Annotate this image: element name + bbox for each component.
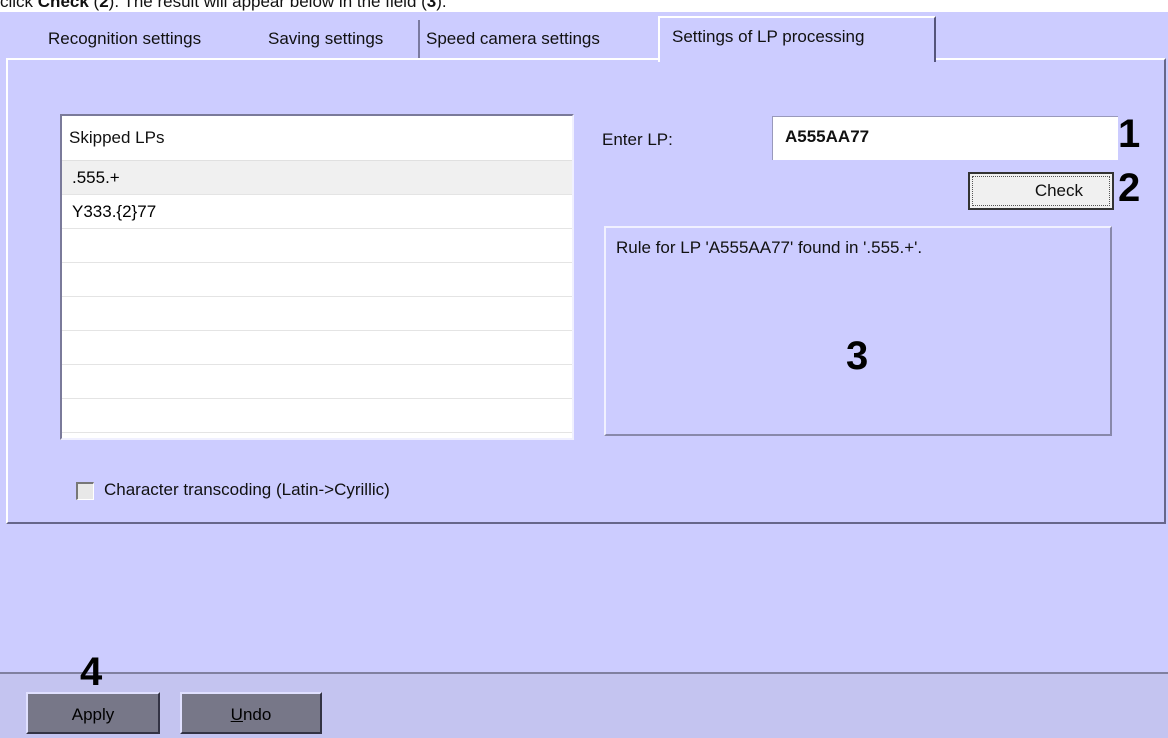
caption-mid2: ). The result will appear below in the f… <box>108 0 427 11</box>
instruction-caption: click Check (2). The result will appear … <box>0 0 1168 12</box>
check-button[interactable]: Check <box>968 172 1114 210</box>
result-text: Rule for LP 'A555AA77' found in '.555.+'… <box>616 238 923 257</box>
caption-num3: 3 <box>426 0 437 11</box>
list-item[interactable] <box>62 365 572 399</box>
list-item[interactable] <box>62 331 572 365</box>
list-item[interactable]: Y333.{2}77 <box>62 195 572 229</box>
marker-1: 1 <box>1118 112 1141 156</box>
marker-3: 3 <box>846 334 869 378</box>
marker-4: 4 <box>80 650 103 694</box>
undo-label-u: U <box>230 705 243 724</box>
enter-lp-label: Enter LP: <box>602 130 673 149</box>
apply-button[interactable]: Apply <box>26 692 160 734</box>
undo-button[interactable]: Undo <box>180 692 322 734</box>
caption-suffix: ). <box>436 0 447 11</box>
list-item[interactable] <box>62 229 572 263</box>
apply-label: Apply <box>71 705 115 724</box>
transcoding-label[interactable]: Character transcoding (Latin->Cyrillic) <box>104 480 390 500</box>
bottom-bar <box>0 672 1168 738</box>
caption-mid1: ( <box>88 0 100 11</box>
caption-check: Check <box>37 0 89 11</box>
undo-label-rest: ndo <box>242 705 272 724</box>
list-item[interactable] <box>62 263 572 297</box>
tab-speed-camera-settings[interactable]: Speed camera settings <box>420 20 664 58</box>
list-item[interactable]: .555.+ <box>62 161 572 195</box>
tab-settings-of-lp-processing[interactable]: Settings of LP processing <box>658 16 936 62</box>
list-item[interactable] <box>62 297 572 331</box>
tab-saving-settings[interactable]: Saving settings <box>262 20 420 58</box>
caption-prefix: click <box>0 0 38 11</box>
list-item[interactable] <box>62 399 572 433</box>
skipped-lps-header[interactable]: Skipped LPs <box>62 116 572 161</box>
caption-num2: 2 <box>99 0 109 11</box>
lp-input[interactable]: A555AA77 <box>772 116 1118 160</box>
skipped-lps-list[interactable]: Skipped LPs .555.+ Y333.{2}77 <box>60 114 574 440</box>
check-button-label: Check <box>972 176 1110 206</box>
marker-2: 2 <box>1118 166 1141 210</box>
transcoding-checkbox[interactable] <box>76 482 94 500</box>
result-field: Rule for LP 'A555AA77' found in '.555.+'… <box>604 226 1112 436</box>
tab-recognition-settings[interactable]: Recognition settings <box>32 20 264 58</box>
